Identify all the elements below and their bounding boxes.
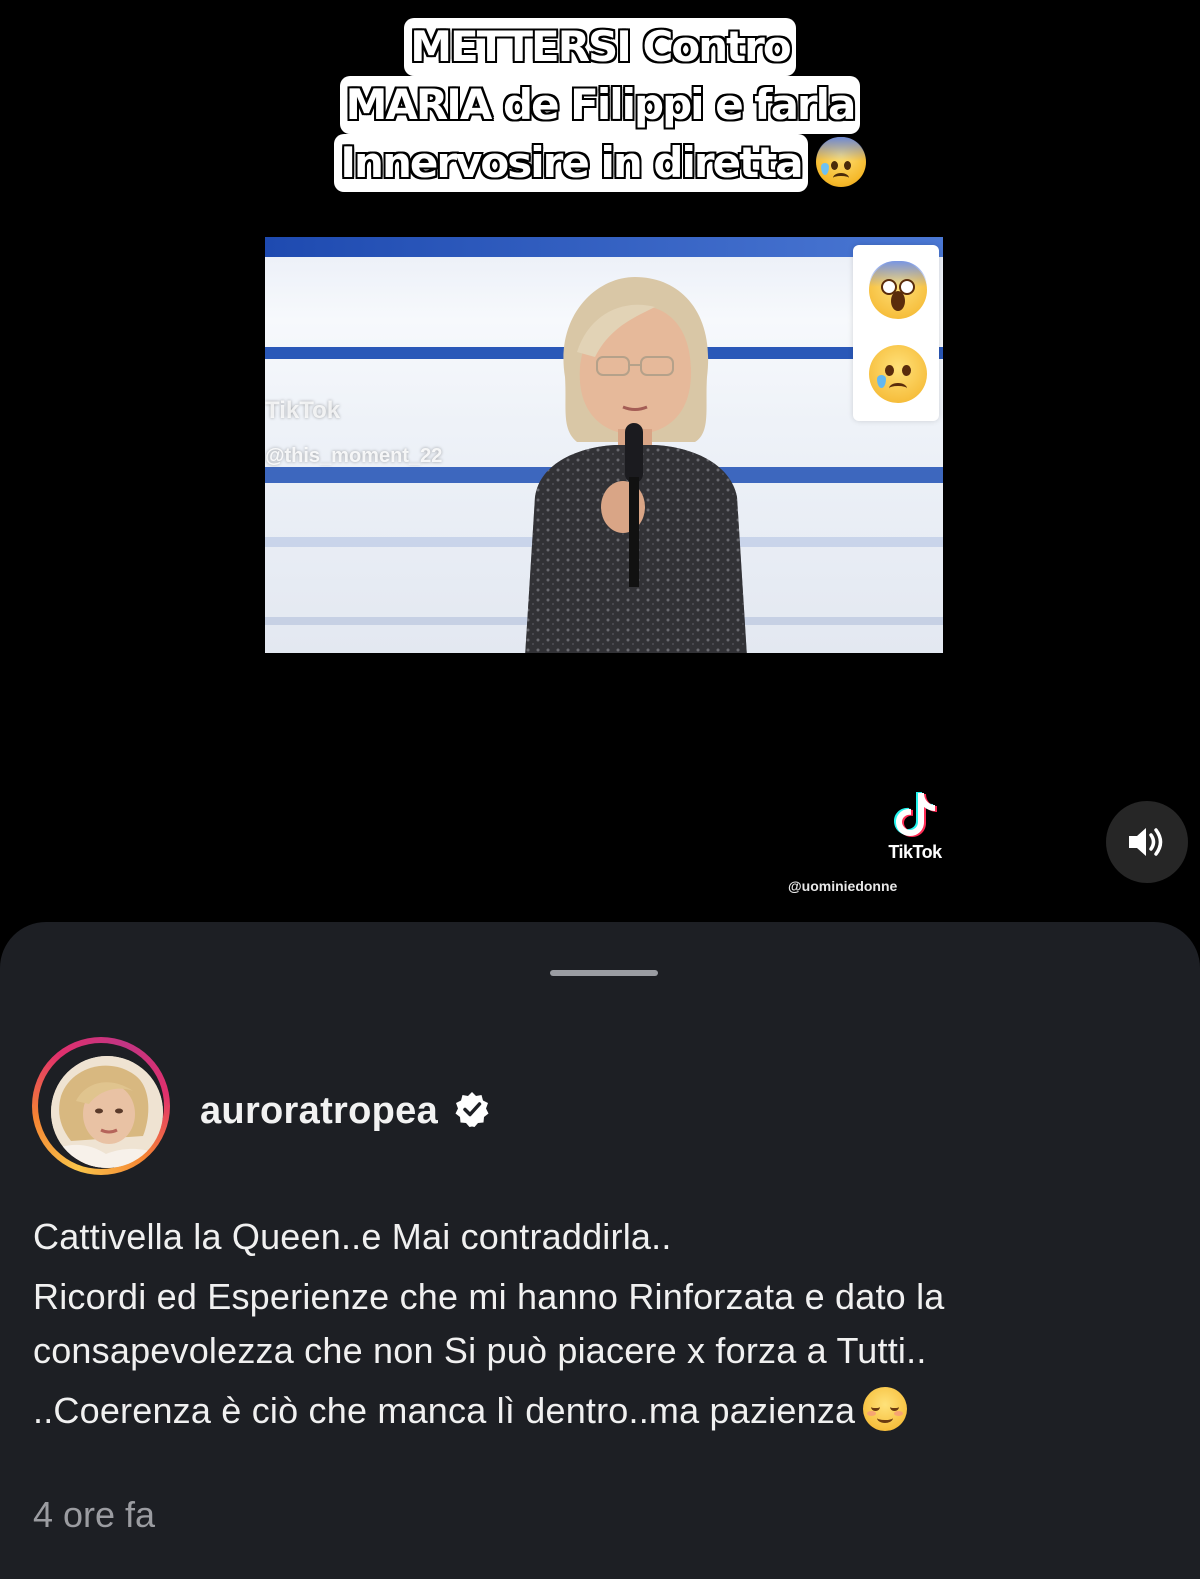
- tiktok-handle-label: @uominiedonne: [788, 878, 898, 894]
- clip-tiktok-handle: @this_moment_22: [265, 445, 443, 467]
- smiling-face-emoji-icon: [863, 1387, 908, 1432]
- username[interactable]: auroratropea: [200, 1090, 438, 1133]
- face-screaming-emoji-icon: [869, 261, 927, 319]
- post-caption: Cattivella la Queen..e Mai contraddirla.…: [33, 1210, 1173, 1438]
- embedded-video-clip: TikTok @this_moment_22: [265, 237, 943, 653]
- anxious-face-emoji-icon: [815, 136, 866, 187]
- clip-tiktok-watermark: TikTok @this_moment_22: [265, 397, 442, 468]
- avatar-story-ring[interactable]: [32, 1037, 170, 1175]
- video-caption: METTERSI Contro MARIA de Filippi e farla…: [200, 18, 1000, 192]
- caption-line-3: Innervosire in diretta: [340, 138, 803, 187]
- reaction-emoji-panel: [853, 245, 939, 421]
- author-row[interactable]: auroratropea: [200, 1090, 490, 1133]
- tiktok-logo-icon: [894, 792, 937, 837]
- tiktok-brand-label: TikTok: [888, 842, 942, 862]
- clip-tiktok-brand: TikTok: [265, 397, 341, 424]
- sheet-drag-handle[interactable]: [550, 970, 658, 976]
- post-timestamp: 4 ore fa: [33, 1494, 156, 1535]
- verified-badge-icon: [454, 1091, 490, 1132]
- caption-line-1: METTERSI Contro: [410, 22, 791, 71]
- crying-face-emoji-icon: [869, 345, 927, 403]
- caption-bottom-sheet[interactable]: auroratropea Cattivella la Queen..e Mai …: [0, 922, 1200, 1579]
- speaker-on-icon: [1129, 828, 1163, 856]
- caption-line-2: MARIA de Filippi e farla: [345, 80, 857, 129]
- volume-button[interactable]: [1106, 801, 1188, 883]
- presenter-figure: [525, 277, 747, 653]
- post-line-3: ..Coerenza è ciò che manca lì dentro..ma…: [33, 1390, 856, 1431]
- avatar[interactable]: [51, 1056, 163, 1168]
- video-player[interactable]: METTERSI Contro MARIA de Filippi e farla…: [0, 0, 1200, 935]
- avatar-photo: [51, 1056, 163, 1168]
- post-line-1: Cattivella la Queen..e Mai contraddirla.…: [33, 1216, 672, 1257]
- post-line-2: Ricordi ed Esperienze che mi hanno Rinfo…: [33, 1276, 945, 1371]
- tiktok-watermark: TikTok: [860, 790, 970, 863]
